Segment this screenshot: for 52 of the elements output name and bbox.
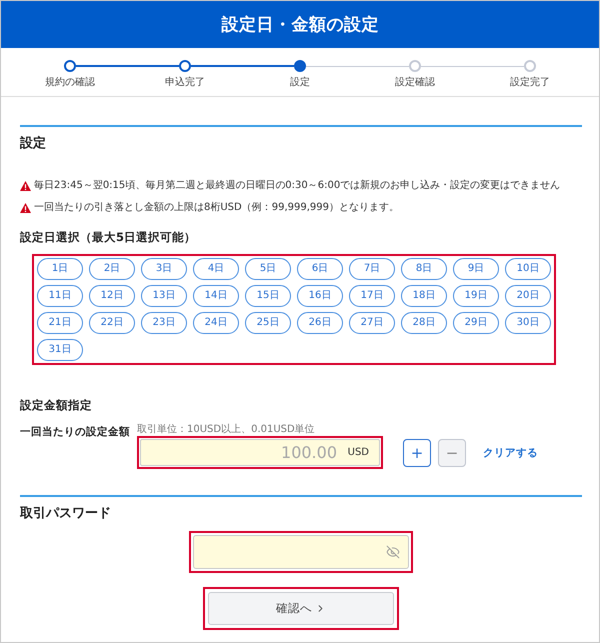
warning-icon [20, 181, 31, 191]
day-option[interactable]: 20日 [505, 285, 551, 307]
day-option[interactable]: 9日 [453, 258, 499, 280]
section-title: 設定 [20, 135, 46, 153]
day-option[interactable]: 30日 [505, 312, 551, 334]
day-option[interactable]: 13日 [141, 285, 187, 307]
step-label: 設定完了 [510, 77, 550, 89]
step-label: 設定確認 [395, 77, 435, 89]
day-option[interactable]: 5日 [245, 258, 291, 280]
day-option[interactable]: 1日 [37, 258, 83, 280]
subsection-title: 設定金額指定 [20, 397, 92, 413]
day-option[interactable]: 7日 [349, 258, 395, 280]
step-label: 規約の確認 [45, 77, 95, 89]
day-select-label: 設定日選択（最大5日選択可能） [20, 229, 196, 245]
hint-text: 取引単位：10USD以上、0.01USD単位 [137, 424, 315, 436]
day-option[interactable]: 12日 [89, 285, 135, 307]
step-label: 設定 [290, 77, 310, 89]
day-option[interactable]: 19日 [453, 285, 499, 307]
field-label: 一回当たりの設定金額 [20, 425, 131, 439]
day-option[interactable]: 10日 [505, 258, 551, 280]
day-option[interactable]: 8日 [401, 258, 447, 280]
day-option[interactable]: 17日 [349, 285, 395, 307]
notice-text: 一回当たりの引き落とし金額の上限は8桁USD（例：99,999,999）となります。 [34, 200, 399, 215]
day-option[interactable]: 25日 [245, 312, 291, 334]
warning-icon [20, 203, 31, 213]
day-option[interactable]: 27日 [349, 312, 395, 334]
day-option[interactable]: 23日 [141, 312, 187, 334]
day-option[interactable]: 3日 [141, 258, 187, 280]
day-option[interactable]: 14日 [193, 285, 239, 307]
day-option[interactable]: 22日 [89, 312, 135, 334]
day-option[interactable]: 29日 [453, 312, 499, 334]
day-option[interactable]: 16日 [297, 285, 343, 307]
unit-label: USD [348, 446, 369, 458]
clear-link[interactable]: クリアする [483, 446, 538, 460]
day-option[interactable]: 18日 [401, 285, 447, 307]
confirm-button[interactable]: 確認へ [208, 592, 394, 625]
day-option[interactable]: 24日 [193, 312, 239, 334]
day-option[interactable]: 2日 [89, 258, 135, 280]
day-option[interactable]: 4日 [193, 258, 239, 280]
eye-slash-icon[interactable] [386, 545, 400, 559]
day-option[interactable]: 6日 [297, 258, 343, 280]
day-option[interactable]: 31日 [37, 339, 83, 361]
day-option[interactable]: 26日 [297, 312, 343, 334]
step-label: 申込完了 [165, 77, 205, 89]
page-title: 設定日・金額の設定 [221, 14, 379, 36]
increment-button[interactable]: + [403, 438, 431, 466]
section-title: 取引パスワード [20, 505, 111, 523]
notice-text: 毎日23:45～翌0:15頃、毎月第二週と最終週の日曜日の0:30～6:00では新規のお申し込み・設定の変更はできません [34, 178, 560, 193]
day-option[interactable]: 28日 [401, 312, 447, 334]
day-option[interactable]: 11日 [37, 285, 83, 307]
day-option[interactable]: 15日 [245, 285, 291, 307]
day-option[interactable]: 21日 [37, 312, 83, 334]
